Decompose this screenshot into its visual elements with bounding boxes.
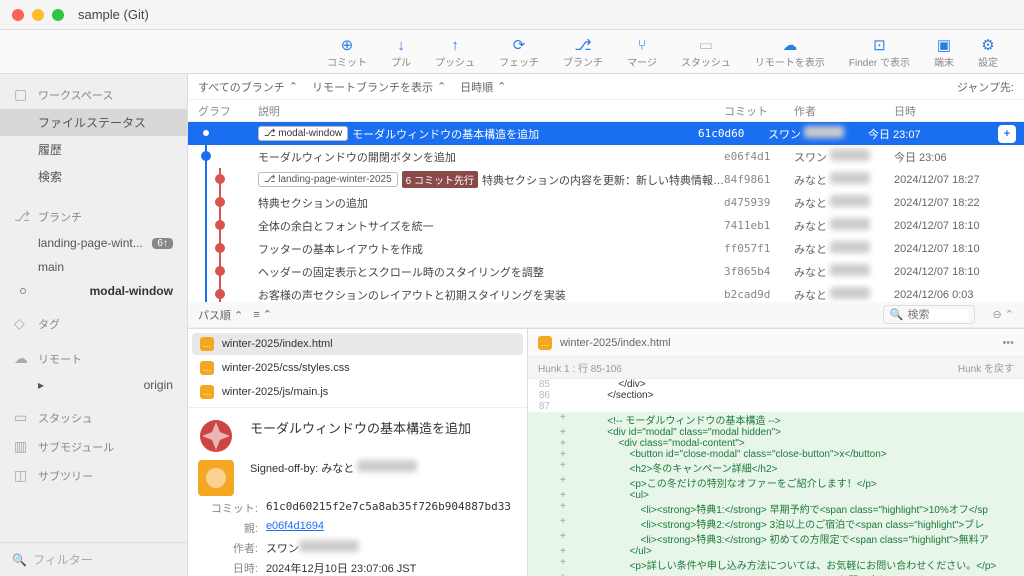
path-bar: パス順 ⌃ ≡ ⌃ 🔍 ⊖ ⌃ — [188, 302, 1024, 328]
commit-date: 2024年12月10日 23:07:06 JST — [266, 560, 416, 576]
commit-detail: モーダルウィンドウの基本構造を追加 Signed-off-by: みなと コミッ… — [188, 407, 527, 576]
sidebar-workspace-head[interactable]: ▢ワークスペース — [0, 80, 187, 109]
view-mode-icon[interactable]: ≡ ⌃ — [253, 308, 272, 321]
revert-hunk[interactable]: Hunk を戻す — [958, 360, 1014, 375]
titlebar: sample (Git) — [0, 0, 1024, 30]
sidebar-branch-landing[interactable]: landing-page-wint...6↑ — [0, 231, 187, 255]
plus-icon[interactable]: + — [998, 125, 1016, 143]
sidebar-item-file-status[interactable]: ファイルステータス — [0, 109, 187, 136]
remote-filter[interactable]: リモートブランチを表示 ⌃ — [312, 79, 446, 95]
avatar — [198, 418, 234, 454]
sidebar-remote-origin[interactable]: ▸ origin — [0, 373, 187, 397]
search-input[interactable] — [908, 309, 968, 321]
diff-pane: … winter-2025/index.html ••• Hunk 1 : 行 … — [528, 329, 1024, 576]
toolbar-マージ[interactable]: ⑂マージ — [617, 34, 667, 71]
toolbar: ⊕コミット↓プル↑プッシュ⟳フェッチ⎇ブランチ⑂マージ▭スタッシュ☁リモートを表… — [0, 30, 1024, 74]
sidebar: ▢ワークスペース ファイルステータス 履歴 検索 ⎇ブランチ landing-p… — [0, 74, 188, 576]
file-item[interactable]: …winter-2025/js/main.js — [192, 381, 523, 403]
commit-row[interactable]: ⎇ landing-page-winter-2025 6 コミット先行 特典セク… — [188, 168, 1024, 191]
commit-hash: 61c0d60215f2e7c5a8ab35f726b904887bd33 — [266, 500, 511, 516]
commit-list[interactable]: ⎇ modal-window モーダルウィンドウの基本構造を追加61c0d60ス… — [188, 122, 1024, 302]
sidebar-filter[interactable]: 🔍 フィルター — [0, 542, 187, 576]
window-controls — [12, 9, 64, 21]
sidebar-remotes-head[interactable]: ☁リモート — [0, 344, 187, 373]
toolbar-Finder で表示[interactable]: ⊡Finder で表示 — [839, 34, 920, 71]
search-box[interactable]: 🔍 — [883, 305, 975, 324]
commit-row[interactable]: ヘッダーの固定表示とスクロール時のスタイリングを調整3f865b4みなと 202… — [188, 260, 1024, 283]
avatar — [198, 460, 234, 496]
commit-row[interactable]: お客様の声セクションのレイアウトと初期スタイリングを実装b2cad9dみなと 2… — [188, 283, 1024, 302]
commit-row[interactable]: 特典セクションの追加d475939みなと 2024/12/07 18:22 — [188, 191, 1024, 214]
commit-row[interactable]: フッターの基本レイアウトを作成ff057f1みなと 2024/12/07 18:… — [188, 237, 1024, 260]
toolbar-リモートを表示[interactable]: ☁リモートを表示 — [745, 34, 835, 71]
commit-title: モーダルウィンドウの基本構造を追加 — [250, 418, 471, 437]
toolbar-ブランチ[interactable]: ⎇ブランチ — [553, 34, 613, 71]
sort-filter[interactable]: 日時順 ⌃ — [460, 79, 506, 95]
toolbar-端末[interactable]: ▣端末 — [924, 34, 964, 71]
commit-author: スワン — [266, 540, 299, 556]
grid-header: グラフ 説明 コミット 作者 日時 — [188, 100, 1024, 122]
commit-row[interactable]: ⎇ modal-window モーダルウィンドウの基本構造を追加61c0d60ス… — [188, 122, 1024, 145]
hunk-label: Hunk 1 : 行 85-106 — [538, 360, 622, 375]
signed-off: Signed-off-by: みなと — [250, 463, 354, 475]
commit-row[interactable]: モーダルウィンドウの開閉ボタンを追加e06f4d1スワン 今日 23:06 — [188, 145, 1024, 168]
path-sort[interactable]: パス順 ⌃ — [198, 307, 243, 323]
toolbar-コミット[interactable]: ⊕コミット — [317, 34, 377, 71]
files-pane: …winter-2025/index.html…winter-2025/css/… — [188, 329, 528, 576]
sidebar-branches-head[interactable]: ⎇ブランチ — [0, 202, 187, 231]
sidebar-submodule-head[interactable]: ▥サブモジュール — [0, 432, 187, 461]
file-icon: … — [538, 336, 552, 350]
filter-bar: すべてのブランチ ⌃ リモートブランチを表示 ⌃ 日時順 ⌃ ジャンプ先: — [188, 74, 1024, 100]
branch-filter[interactable]: すべてのブランチ ⌃ — [198, 79, 298, 95]
commit-row[interactable]: 全体の余白とフォントサイズを統一7411eb1みなと 2024/12/07 18… — [188, 214, 1024, 237]
window-title: sample (Git) — [78, 7, 149, 22]
minimize-icon[interactable] — [32, 9, 44, 21]
diff-file-name: winter-2025/index.html — [560, 337, 671, 349]
jump-label: ジャンプ先: — [957, 79, 1014, 95]
parent-link[interactable]: e06f4d1694 — [266, 520, 324, 536]
toolbar-フェッチ[interactable]: ⟳フェッチ — [489, 34, 549, 71]
zoom-icon[interactable] — [52, 9, 64, 21]
sidebar-item-search[interactable]: 検索 — [0, 163, 187, 190]
close-icon[interactable] — [12, 9, 24, 21]
sidebar-tags-head[interactable]: ◇タグ — [0, 309, 187, 338]
sidebar-branch-main[interactable]: main — [0, 255, 187, 279]
toolbar-設定[interactable]: ⚙設定 — [968, 34, 1008, 71]
toolbar-スタッシュ[interactable]: ▭スタッシュ — [671, 34, 741, 71]
more-icon[interactable]: ••• — [1002, 337, 1014, 349]
sidebar-stash-head[interactable]: ▭スタッシュ — [0, 403, 187, 432]
toolbar-プッシュ[interactable]: ↑プッシュ — [425, 34, 485, 71]
sidebar-branch-modal-window[interactable]: modal-window — [0, 279, 187, 303]
file-item[interactable]: …winter-2025/css/styles.css — [192, 357, 523, 379]
toolbar-プル[interactable]: ↓プル — [381, 34, 421, 71]
diff-body[interactable]: 85 </div>86 </section>87+ <!-- モーダルウィンドウ… — [528, 379, 1024, 576]
sidebar-subtree-head[interactable]: ◫サブツリー — [0, 461, 187, 490]
sidebar-item-history[interactable]: 履歴 — [0, 136, 187, 163]
settings-icon[interactable]: ⊖ ⌃ — [993, 308, 1015, 321]
file-item[interactable]: …winter-2025/index.html — [192, 333, 523, 355]
